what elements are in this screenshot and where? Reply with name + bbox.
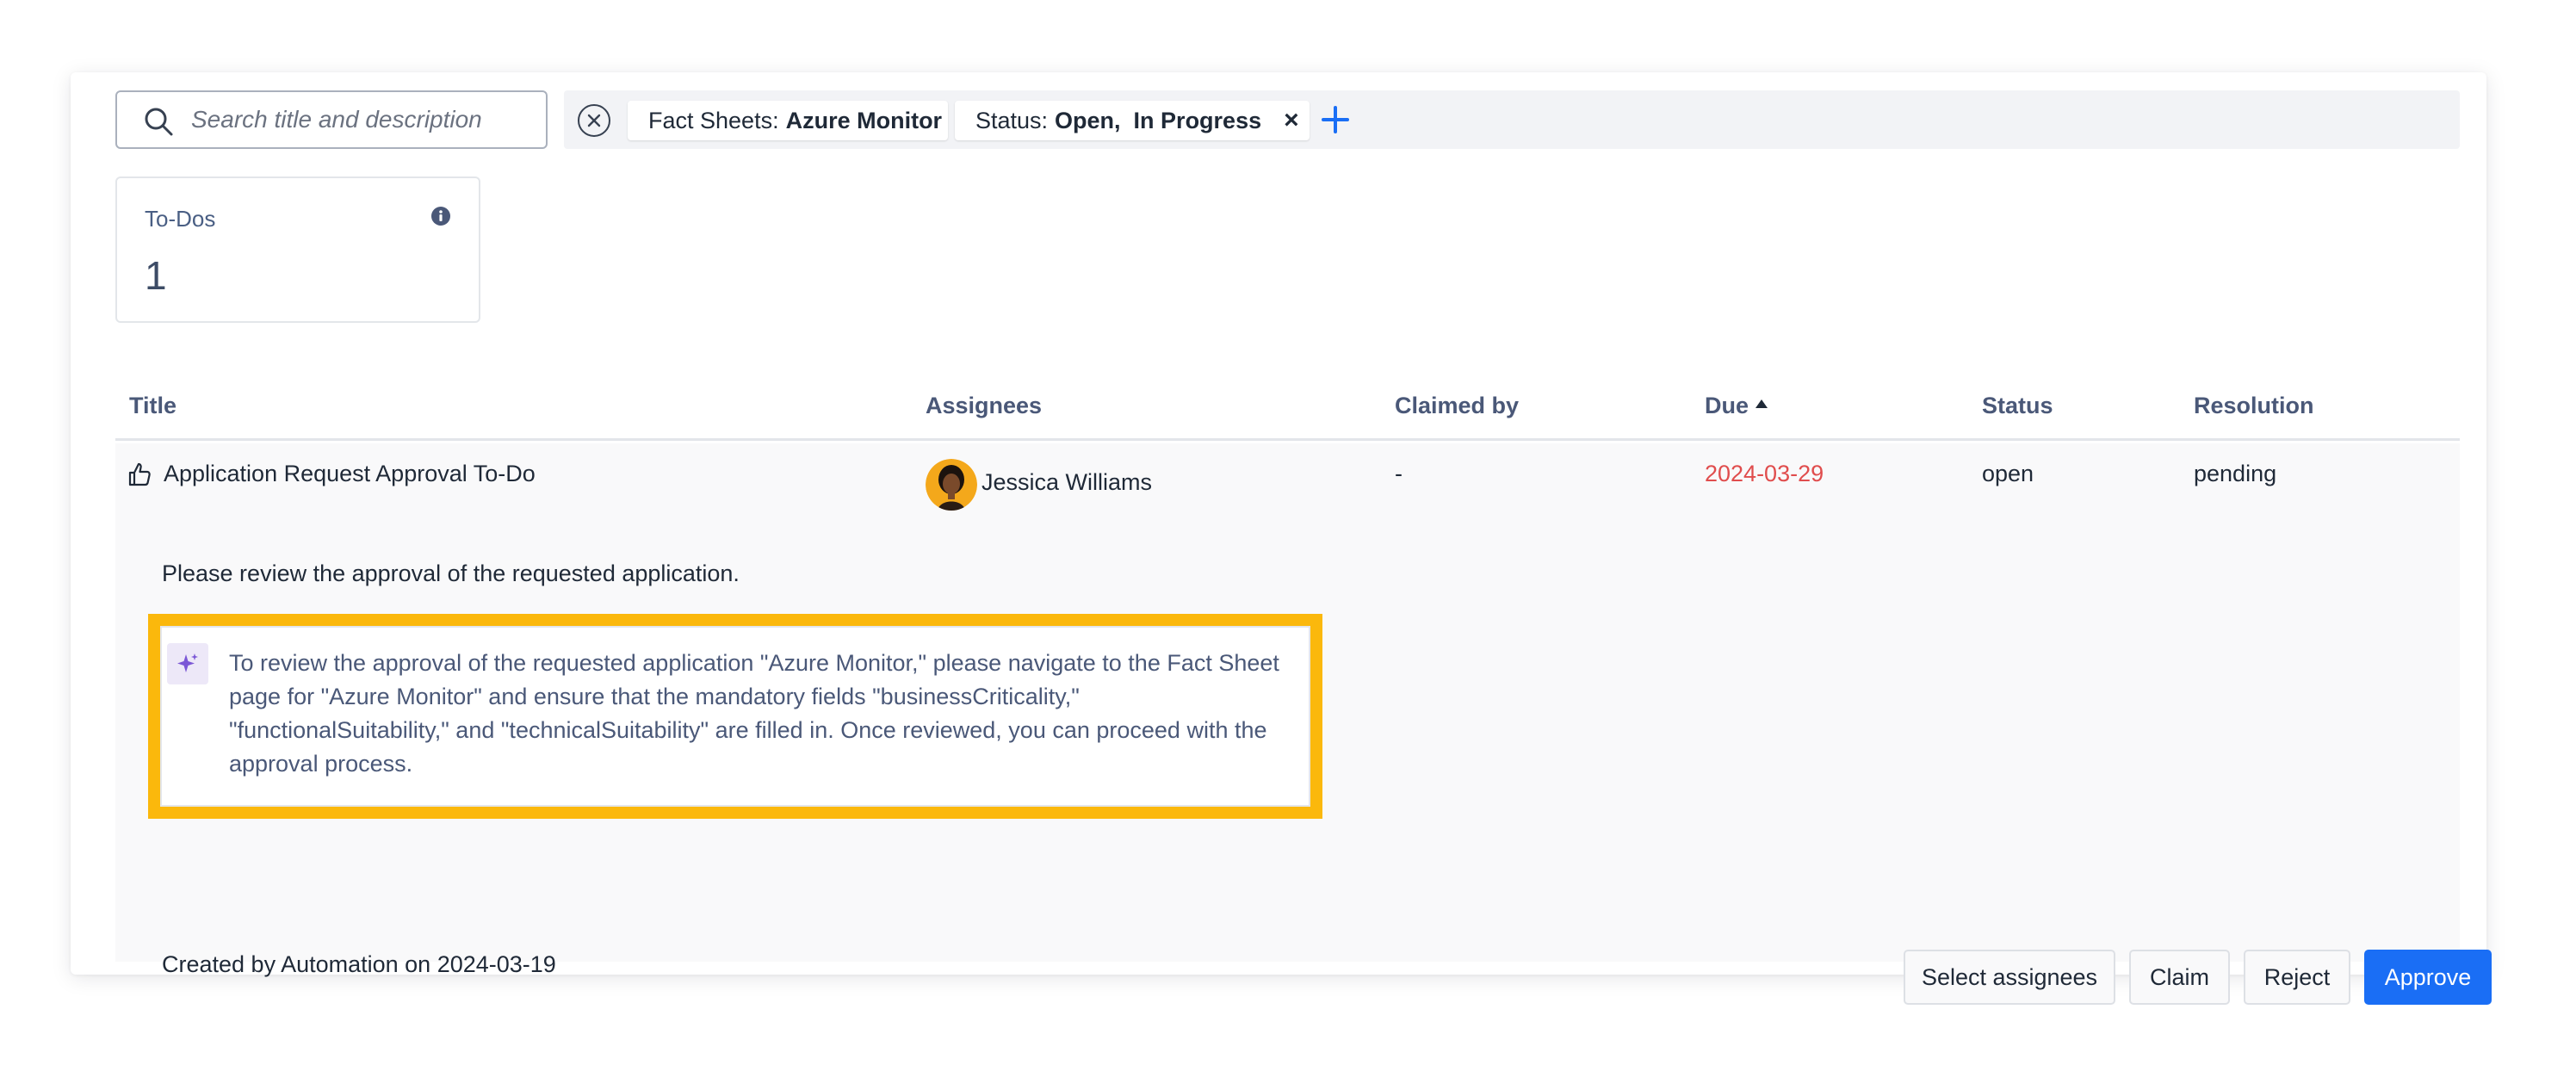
- search-icon: [145, 108, 173, 136]
- table-header: Title Assignees Claimed by Due Status Re…: [115, 393, 2460, 441]
- claim-button[interactable]: Claim: [2129, 950, 2230, 1005]
- row-description: Please review the approval of the reques…: [162, 560, 740, 586]
- select-assignees-button[interactable]: Select assignees: [1904, 950, 2115, 1005]
- counter-label: To-Dos: [145, 206, 216, 232]
- filter-chip-fact-sheets[interactable]: Fact Sheets: Azure Monitor: [628, 101, 948, 140]
- filter-chip-key: Fact Sheets:: [648, 107, 779, 133]
- reject-button[interactable]: Reject: [2244, 950, 2350, 1005]
- avatar: [926, 459, 977, 511]
- filter-bar: Fact Sheets: Azure Monitor Status: Open,…: [564, 90, 2460, 149]
- remove-filter-icon[interactable]: ×: [1284, 106, 1299, 135]
- column-header-due[interactable]: Due: [1705, 393, 1768, 419]
- row-title[interactable]: Application Request Approval To-Do: [164, 461, 536, 487]
- row-status: open: [1982, 461, 2034, 486]
- search-box[interactable]: [115, 90, 548, 149]
- info-icon[interactable]: [430, 206, 451, 226]
- column-header-status[interactable]: Status: [1982, 393, 2053, 419]
- search-input[interactable]: [191, 92, 536, 147]
- filter-chip-value: Open, In Progress: [1055, 107, 1262, 133]
- column-header-claimed-by[interactable]: Claimed by: [1395, 393, 1519, 419]
- ai-summary-highlight: To review the approval of the requested …: [148, 614, 1322, 819]
- thumbs-up-icon: [128, 462, 151, 486]
- filter-chip-key: Status:: [975, 107, 1049, 133]
- add-filter-icon[interactable]: [1318, 102, 1353, 137]
- todos-counter: To-Dos 1: [115, 176, 480, 323]
- filter-chip-value: Azure Monitor: [785, 107, 943, 133]
- column-header-assignees[interactable]: Assignees: [926, 393, 1042, 419]
- row-due-date: 2024-03-29: [1705, 461, 1824, 486]
- ai-summary-text: To review the approval of the requested …: [229, 650, 1279, 777]
- todo-panel: Fact Sheets: Azure Monitor Status: Open,…: [71, 72, 2492, 1005]
- ai-sparkle-icon: [167, 643, 208, 684]
- column-header-resolution[interactable]: Resolution: [2194, 393, 2314, 419]
- counter-value: 1: [145, 253, 167, 298]
- row-claimed-by: -: [1395, 461, 1403, 486]
- row-assignee[interactable]: Jessica Williams: [981, 469, 1152, 496]
- row-resolution: pending: [2194, 461, 2277, 486]
- clear-filters-icon[interactable]: [578, 104, 610, 137]
- table-row[interactable]: Application Request Approval To-Do Jessi…: [115, 443, 2492, 1005]
- filter-chip-status[interactable]: Status: Open, In Progress ×: [955, 101, 1310, 140]
- sort-ascending-icon: [1756, 399, 1768, 408]
- column-header-title[interactable]: Title: [129, 393, 176, 419]
- ai-summary-box: To review the approval of the requested …: [160, 626, 1310, 807]
- approve-button[interactable]: Approve: [2364, 950, 2492, 1005]
- created-info: Created by Automation on 2024-03-19: [162, 951, 556, 977]
